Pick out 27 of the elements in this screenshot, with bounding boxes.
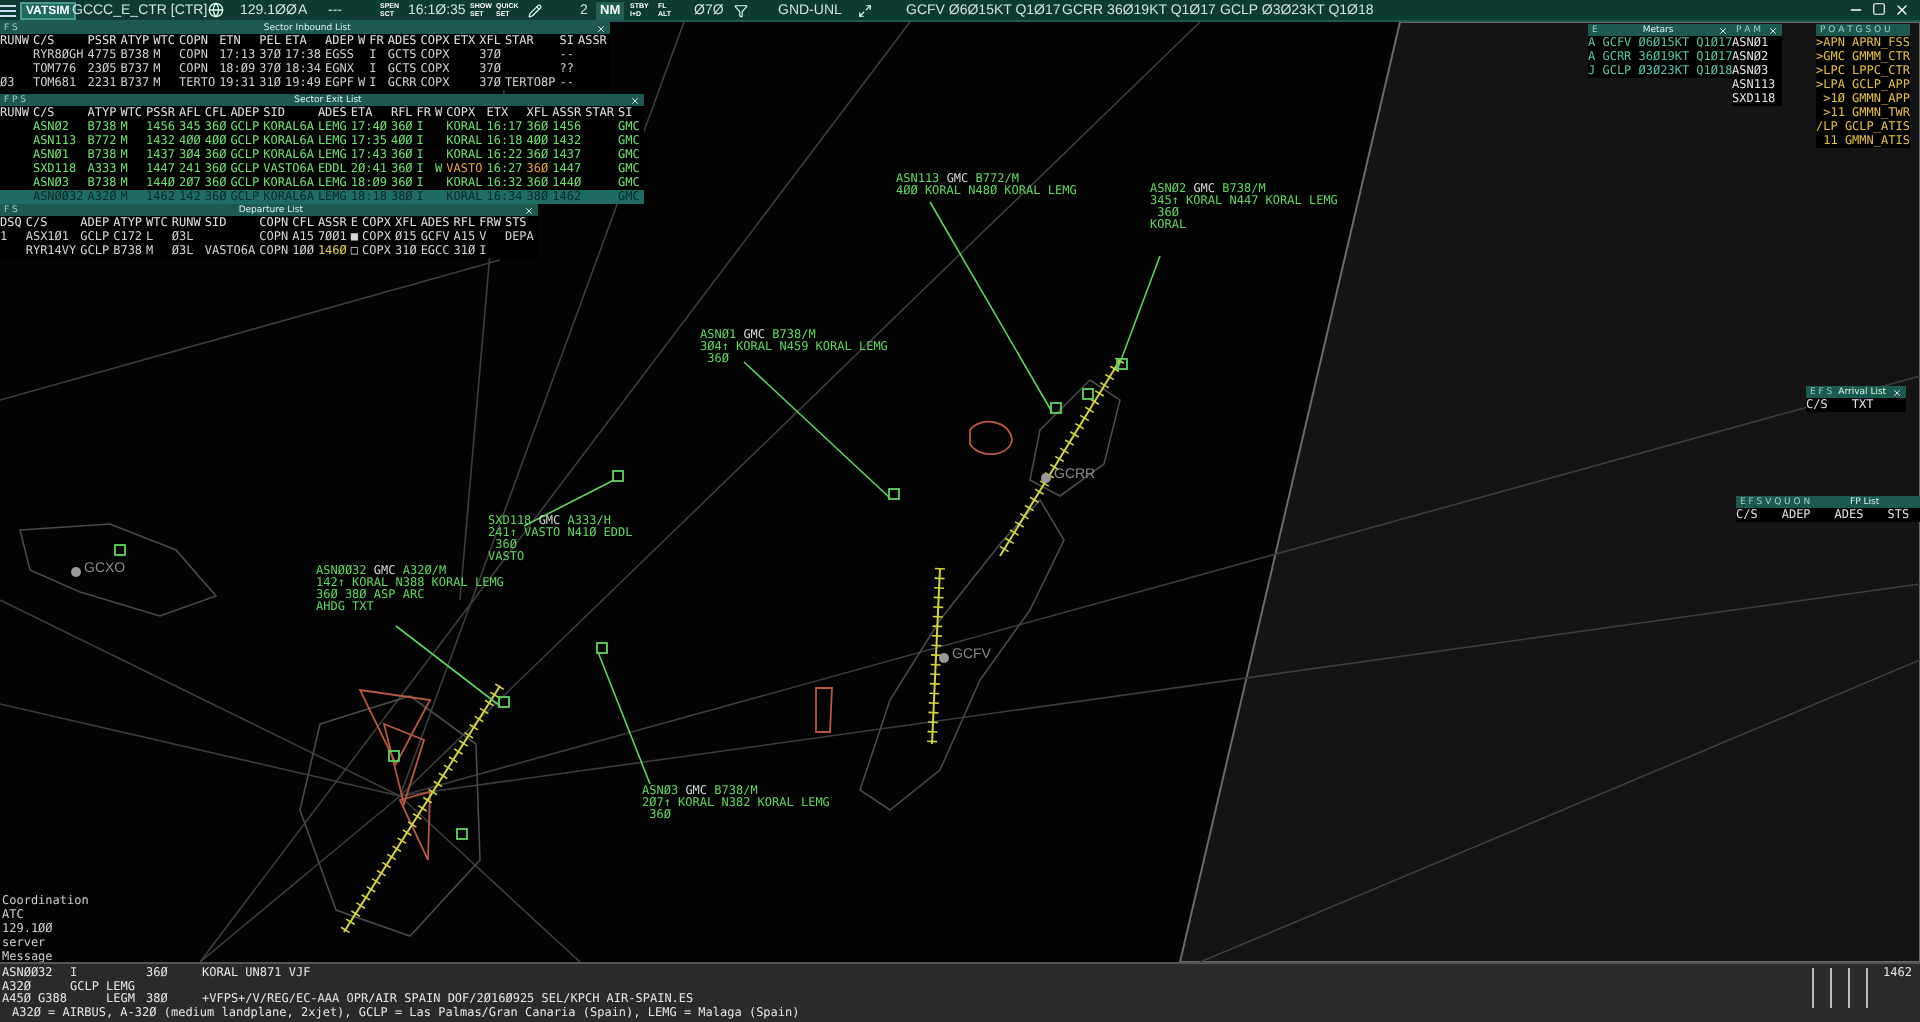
aircraft-target-icon[interactable]: [114, 544, 126, 556]
leader-line: [597, 651, 651, 785]
airport-icon: [71, 567, 81, 577]
expand-icon[interactable]: [858, 3, 872, 17]
leader-line: [1117, 255, 1161, 369]
aircraft-target-icon[interactable]: [456, 828, 468, 840]
aircraft-target-icon[interactable]: [1050, 402, 1062, 414]
airport-icon: [939, 653, 949, 663]
aircraft-target-icon[interactable]: [388, 750, 400, 762]
table-cell[interactable]: [0, 190, 33, 204]
pencil-icon[interactable]: [528, 3, 542, 17]
restricted-area: [815, 687, 833, 733]
aircraft-target-icon[interactable]: [888, 488, 900, 500]
aircraft-target-icon[interactable]: [1082, 388, 1094, 400]
airport-icon: [1041, 473, 1051, 483]
globe-icon[interactable]: [208, 2, 224, 18]
aircraft-target-icon[interactable]: [612, 470, 624, 482]
aircraft-target-icon[interactable]: [498, 696, 510, 708]
menu-icon[interactable]: [0, 3, 16, 17]
aircraft-target-icon[interactable]: [596, 642, 608, 654]
filter-icon[interactable]: [734, 3, 748, 17]
aircraft-target-icon[interactable]: [1116, 358, 1128, 370]
restricted-area: [969, 420, 1013, 456]
maximize-icon[interactable]: [1872, 2, 1886, 16]
leader-line: [395, 625, 501, 707]
close-icon[interactable]: [1894, 2, 1910, 18]
restricted-area: [398, 790, 431, 861]
